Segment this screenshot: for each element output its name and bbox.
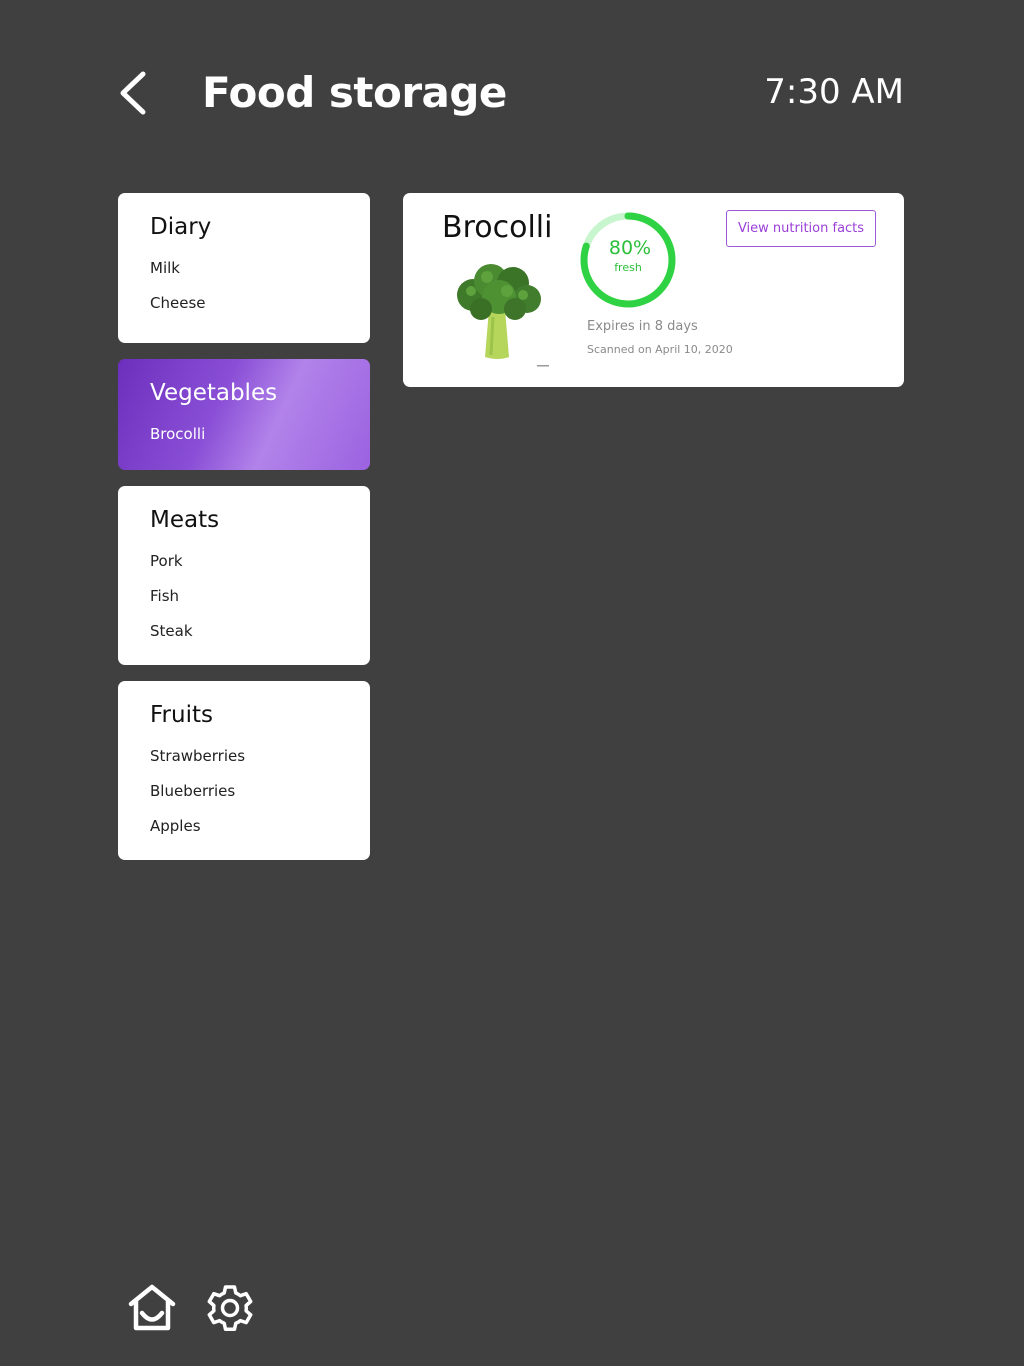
category-item[interactable]: Apples	[150, 809, 338, 844]
category-card-meats[interactable]: Meats Pork Fish Steak	[118, 486, 370, 665]
food-storage-screen: Food storage 7:30 AM Diary Milk Cheese V…	[0, 0, 1024, 1366]
view-nutrition-button[interactable]: View nutrition facts	[726, 210, 876, 247]
category-title: Diary	[150, 214, 212, 240]
clock-time: 7:30 AM	[764, 72, 904, 112]
category-title: Fruits	[150, 702, 213, 728]
gear-icon	[207, 1285, 253, 1332]
category-card-fruits[interactable]: Fruits Strawberries Blueberries Apples	[118, 681, 370, 860]
freshness-label: fresh	[614, 261, 642, 274]
scanned-date: Scanned on April 10, 2020	[587, 343, 733, 356]
category-title: Vegetables	[150, 380, 278, 406]
food-detail-card: Brocolli 80% fresh View nutrition facts …	[403, 193, 904, 387]
category-card-diary[interactable]: Diary Milk Cheese	[118, 193, 370, 343]
food-name: Brocolli	[442, 210, 553, 245]
category-item[interactable]: Fish	[150, 579, 338, 614]
home-button[interactable]	[126, 1282, 178, 1334]
expiry-text: Expires in 8 days	[587, 319, 698, 334]
broccoli-image	[457, 264, 549, 367]
back-button[interactable]	[112, 68, 152, 118]
category-item[interactable]: Pork	[150, 544, 338, 579]
category-item[interactable]: Brocolli	[150, 417, 338, 452]
category-item[interactable]: Strawberries	[150, 739, 338, 774]
category-item[interactable]: Cheese	[150, 286, 338, 321]
home-icon	[128, 1284, 176, 1331]
chevron-left-icon	[120, 71, 146, 115]
page-title: Food storage	[202, 68, 507, 117]
freshness-ring	[580, 212, 676, 308]
category-card-vegetables[interactable]: Vegetables Brocolli	[118, 359, 370, 470]
freshness-percent: 80%	[608, 237, 652, 259]
category-item[interactable]: Steak	[150, 614, 338, 649]
category-title: Meats	[150, 507, 220, 533]
settings-button[interactable]	[204, 1282, 256, 1334]
category-item[interactable]: Blueberries	[150, 774, 338, 809]
category-item[interactable]: Milk	[150, 251, 338, 286]
